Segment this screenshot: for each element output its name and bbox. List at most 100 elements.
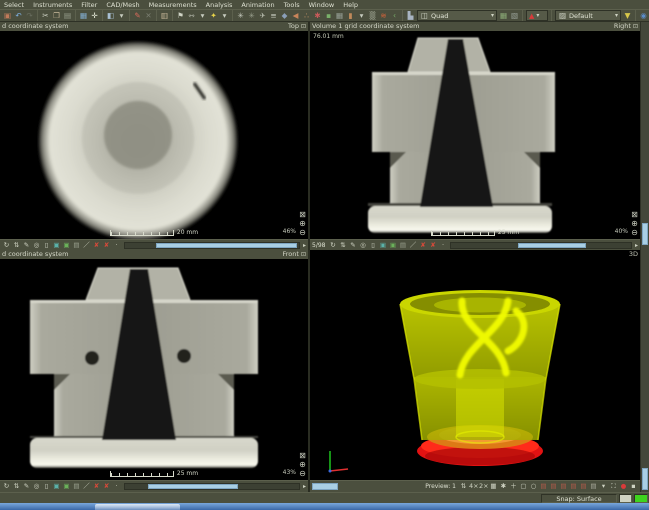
pen-icon[interactable]: ✎ bbox=[22, 482, 31, 491]
preview-plus-icon[interactable]: ＋ bbox=[509, 482, 518, 491]
snap-mode-indicator[interactable]: Snap: Surface bbox=[541, 494, 617, 503]
flip-icon[interactable]: ⇅ bbox=[338, 241, 347, 250]
menu-help[interactable]: Help bbox=[343, 1, 358, 9]
clip-cube-arrow-icon[interactable]: ▾ bbox=[116, 10, 127, 21]
slice-scrollbar-thumb[interactable] bbox=[148, 484, 238, 489]
wand-arrow-icon[interactable]: ▾ bbox=[219, 10, 230, 21]
vertical-scrollbar-thumb[interactable] bbox=[642, 468, 648, 490]
menu-analysis[interactable]: Analysis bbox=[206, 1, 233, 9]
draw-line-icon[interactable]: ／ bbox=[82, 241, 91, 250]
close-icon[interactable]: ⊠ bbox=[299, 210, 306, 219]
zoom-in-icon[interactable]: ⊕ bbox=[299, 460, 306, 469]
grid-icon[interactable]: ▦ bbox=[334, 10, 345, 21]
vertical-scrollbar[interactable] bbox=[640, 250, 649, 492]
target-icon[interactable]: ◎ bbox=[32, 482, 41, 491]
viewport-right-header[interactable]: Volume 1 grid coordinate system Right ⊡ bbox=[310, 22, 640, 31]
viewport-maximize-icon[interactable]: ⊡ bbox=[301, 22, 306, 31]
fullscreen-icon[interactable]: ⛶ bbox=[609, 482, 618, 491]
angle-green-icon[interactable]: ‹ bbox=[389, 10, 400, 21]
warning-dropdown[interactable]: ▲ ▾ bbox=[526, 10, 548, 21]
redo-icon[interactable]: ↷ bbox=[24, 10, 35, 21]
render-3d-canvas[interactable] bbox=[310, 259, 640, 480]
preview-4x-icon[interactable]: 4× bbox=[469, 482, 478, 491]
flip-icon[interactable]: ⇅ bbox=[12, 241, 21, 250]
measure-delete-icon[interactable]: ✕ bbox=[143, 10, 154, 21]
pattern-icon[interactable]: ▒ bbox=[367, 10, 378, 21]
notes-icon[interactable]: ▥ bbox=[159, 10, 170, 21]
menu-filter[interactable]: Filter bbox=[81, 1, 97, 9]
ct-slice-right-canvas[interactable]: 76.01 mm 25 mm 40% ⊠ ⊕ ⊖ bbox=[310, 31, 640, 239]
viewport-3d-header[interactable]: 3D bbox=[310, 250, 640, 259]
menu-measurements[interactable]: Measurements bbox=[149, 1, 197, 9]
clear-red2-icon[interactable]: ✘ bbox=[428, 241, 437, 250]
dot-icon[interactable]: · bbox=[112, 241, 121, 250]
zoom-out-icon[interactable]: ⊖ bbox=[299, 469, 306, 478]
close-icon[interactable]: ⊠ bbox=[299, 451, 306, 460]
slice-scrollbar[interactable] bbox=[124, 483, 300, 490]
marker-green-icon[interactable]: ▪ bbox=[323, 10, 334, 21]
layout-add-icon[interactable]: ▦ bbox=[498, 10, 509, 21]
slice-scrollbar-thumb[interactable] bbox=[156, 243, 297, 248]
workspace-select[interactable]: ▨ Default ▾ bbox=[555, 10, 621, 21]
preview-2x-icon[interactable]: 2× bbox=[479, 482, 488, 491]
clear-red-icon[interactable]: ✘ bbox=[92, 482, 101, 491]
zoom-in-icon[interactable]: ⊕ bbox=[299, 219, 306, 228]
paste-icon[interactable]: ▤ bbox=[62, 10, 73, 21]
crosshair-icon[interactable]: ✛ bbox=[89, 10, 100, 21]
zoom-in-icon[interactable]: ⊕ bbox=[631, 219, 638, 228]
star-icon[interactable]: ✳ bbox=[235, 10, 246, 21]
ct-slice-top-canvas[interactable]: 20 mm 46% ⊠ ⊕ ⊖ bbox=[0, 31, 308, 239]
measure-pen-icon[interactable]: ✎ bbox=[132, 10, 143, 21]
menu-animation[interactable]: Animation bbox=[241, 1, 274, 9]
probe-arrow-icon[interactable]: ▾ bbox=[356, 10, 367, 21]
copy-icon[interactable]: ❐ bbox=[51, 10, 62, 21]
menu-cad-mesh[interactable]: CAD/Mesh bbox=[106, 1, 139, 9]
menu-window[interactable]: Window bbox=[309, 1, 335, 9]
preview-step-icon[interactable]: ⇅ bbox=[459, 482, 468, 491]
flag-icon[interactable]: ⚑ bbox=[175, 10, 186, 21]
render-mode-6-icon[interactable]: ▤ bbox=[589, 482, 598, 491]
preview-grid-icon[interactable]: ▦ bbox=[489, 482, 498, 491]
teal-swatch-icon[interactable]: ▣ bbox=[52, 241, 61, 250]
transform-icon[interactable]: ▦ bbox=[78, 10, 89, 21]
preview-circle-icon[interactable]: ○ bbox=[529, 482, 538, 491]
render-arrow-icon[interactable]: ▾ bbox=[599, 482, 608, 491]
slice-box-icon[interactable]: ▯ bbox=[42, 241, 51, 250]
draw-line-icon[interactable]: ／ bbox=[408, 241, 417, 250]
render-mode-5-icon[interactable]: ▤ bbox=[579, 482, 588, 491]
vertical-scrollbar-thumb[interactable] bbox=[642, 223, 648, 246]
clear-red2-icon[interactable]: ✘ bbox=[102, 241, 111, 250]
viewport-maximize-icon[interactable]: ⊡ bbox=[633, 22, 638, 31]
marker-red-icon[interactable]: ✱ bbox=[312, 10, 323, 21]
gray-sheet-icon[interactable]: ▤ bbox=[72, 241, 81, 250]
sphere-icon[interactable]: ◆ bbox=[279, 10, 290, 21]
layout-copy-icon[interactable]: ▧ bbox=[509, 10, 520, 21]
gray-sheet-icon[interactable]: ▤ bbox=[398, 241, 407, 250]
menu-instruments[interactable]: Instruments bbox=[33, 1, 72, 9]
draw-line-icon[interactable]: ／ bbox=[82, 482, 91, 491]
slice-scrollbar[interactable] bbox=[450, 242, 632, 249]
vertical-scrollbar[interactable] bbox=[640, 22, 649, 250]
record-icon[interactable]: ● bbox=[619, 482, 628, 491]
scroll-right-icon[interactable]: ▸ bbox=[303, 242, 306, 249]
speaker-icon[interactable]: ◀ bbox=[290, 10, 301, 21]
star-dim-icon[interactable]: ✳ bbox=[246, 10, 257, 21]
render-mode-1-icon[interactable]: ▤ bbox=[539, 482, 548, 491]
fit-arrow-icon[interactable]: ▾ bbox=[197, 10, 208, 21]
wand-icon[interactable]: ✦ bbox=[208, 10, 219, 21]
clip-cube-icon[interactable]: ◧ bbox=[105, 10, 116, 21]
fit-width-icon[interactable]: ⇿ bbox=[186, 10, 197, 21]
clear-red-icon[interactable]: ✘ bbox=[92, 241, 101, 250]
preview-box-icon[interactable]: ▢ bbox=[519, 482, 528, 491]
footprint-icon[interactable]: ∴ bbox=[301, 10, 312, 21]
scrollbar-thumb-fragment[interactable] bbox=[312, 483, 338, 490]
render-mode-3-icon[interactable]: ▤ bbox=[559, 482, 568, 491]
render-mode-2-icon[interactable]: ▤ bbox=[549, 482, 558, 491]
rotate-icon[interactable]: ↻ bbox=[328, 241, 337, 250]
target-icon[interactable]: ◎ bbox=[32, 241, 41, 250]
pen-icon[interactable]: ✎ bbox=[22, 241, 31, 250]
scroll-right-icon[interactable]: ▸ bbox=[635, 242, 638, 249]
plane-icon[interactable]: ✈ bbox=[257, 10, 268, 21]
zoom-out-icon[interactable]: ⊖ bbox=[299, 228, 306, 237]
preview-render-icon[interactable]: ✱ bbox=[499, 482, 508, 491]
